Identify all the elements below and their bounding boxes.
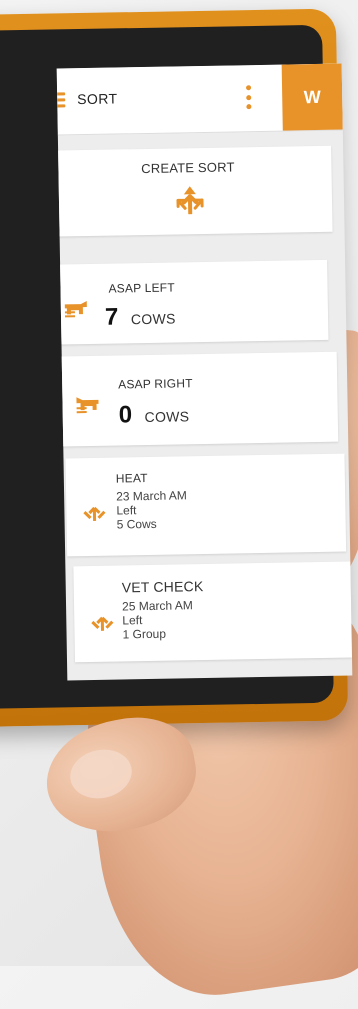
sort-list: CREATE SORT ASAP LEFT 7 COWS ASAP RIGHT … [56, 130, 353, 681]
create-sort-button[interactable]: CREATE SORT [56, 145, 333, 237]
sort-count: 5 Cows [116, 516, 157, 532]
sort-date: 23 March AM [116, 488, 187, 504]
menu-icon[interactable] [56, 92, 66, 108]
heat-sort-card[interactable]: HEAT 23 March AM Left 5 Cows [65, 453, 347, 557]
split-arrows-icon [83, 506, 106, 521]
vet-check-card[interactable]: VET CHECK 25 March AM Left 1 Group [73, 561, 353, 663]
more-options-icon[interactable] [245, 85, 251, 110]
page-title: SORT [77, 90, 118, 108]
cow-count: 7 [104, 303, 119, 331]
cow-count: 0 [118, 401, 133, 429]
sort-date: 25 March AM [121, 598, 193, 614]
app-header: SORT W [56, 63, 343, 136]
cow-right-icon [76, 397, 99, 414]
create-sort-label: CREATE SORT [141, 159, 235, 177]
count-unit: COWS [130, 310, 176, 328]
split-arrows-icon [176, 186, 204, 215]
sort-direction: Left [122, 613, 143, 628]
asap-left-card[interactable]: ASAP LEFT 7 COWS [56, 259, 329, 345]
sort-count: 1 Group [122, 626, 167, 642]
card-title: ASAP RIGHT [118, 376, 193, 392]
phone-screen: SORT W CREATE SORT ASAP LEFT 7 COWS ASAP… [56, 63, 353, 681]
brand-logo: W [281, 63, 343, 131]
card-title: HEAT [115, 471, 148, 486]
card-title: ASAP LEFT [108, 280, 175, 296]
asap-right-card[interactable]: ASAP RIGHT 0 COWS [57, 351, 339, 447]
cow-left-icon [64, 301, 87, 318]
sort-direction: Left [116, 503, 137, 518]
split-arrows-icon [91, 616, 114, 631]
card-title: VET CHECK [121, 578, 204, 596]
count-unit: COWS [144, 408, 190, 426]
